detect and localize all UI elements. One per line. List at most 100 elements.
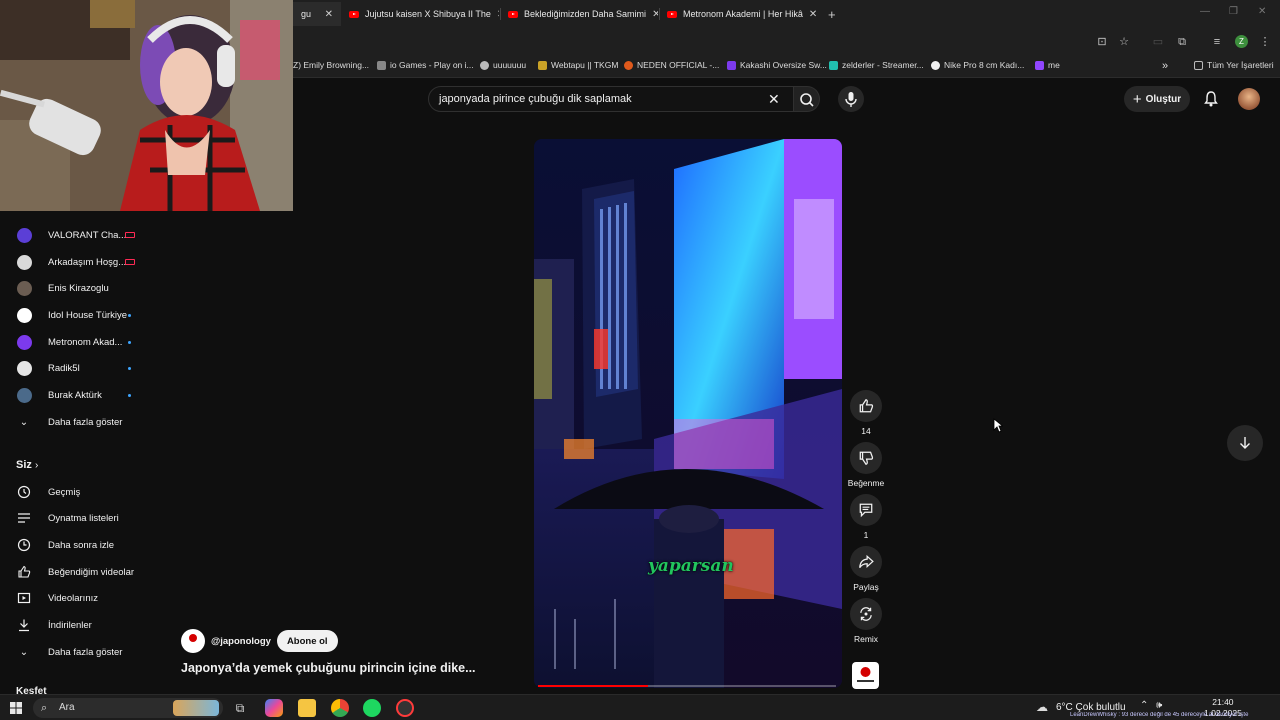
chrome-icon[interactable] [331,699,349,717]
browser-tab[interactable]: Jujutsu kaisen X Shibuya II The ✕ [341,2,499,26]
sidebar-item-watch-later[interactable]: Daha sonra izle [0,532,155,558]
sidebar-item-your-videos[interactable]: Videolarınız [0,585,155,611]
share-button[interactable] [850,546,882,578]
show-more-subscriptions[interactable]: ⌄ Daha fazla göster [0,409,155,435]
volume-icon[interactable]: 🕪 [1156,700,1162,711]
liked-icon [16,564,32,580]
close-icon[interactable]: ✕ [325,9,333,20]
close-icon[interactable]: ✕ [809,9,817,20]
windows-start-icon[interactable] [10,702,22,714]
short-video-frame [534,139,842,688]
close-icon[interactable]: ✕ [497,9,499,20]
channel-avatar [16,254,32,270]
extensions-icon[interactable]: ⧉ [1174,34,1190,50]
bookmark-item[interactable]: NEDEN OFFICIAL -... [624,60,719,70]
sidebar-item-label: İndirilenler [48,619,92,631]
github-icon [480,60,489,70]
bookmark-item[interactable]: Webtapu || TKGM [538,60,618,70]
sidebar-subscription[interactable]: Metronom Akad... [0,329,155,355]
bookmark-star-icon[interactable]: ☆ [1116,34,1132,50]
browser-tab[interactable]: Beklediğimizden Daha Samimi ✕ [500,2,658,26]
dislike-button[interactable] [850,442,882,474]
comments-button[interactable] [850,494,882,526]
channel-avatar [16,360,32,376]
voice-search-button[interactable] [838,86,864,112]
sidebar-item-liked-videos[interactable]: Beğendiğim videolar [0,559,155,585]
sidebar-subscription[interactable]: VALORANT Cha... [0,222,155,248]
sidebar-item-downloads[interactable]: İndirilenler [0,612,155,638]
close-icon[interactable]: ✕ [652,9,658,20]
show-more-you[interactable]: ⌄ Daha fazla göster [0,639,155,665]
japonology-logo-icon [857,667,874,682]
channel-thumbnail[interactable] [852,662,879,689]
channel-avatar [16,280,32,296]
streamer-icon [829,60,838,70]
account-avatar[interactable] [1238,88,1260,110]
install-app-icon[interactable]: ⊡ [1094,34,1110,50]
bookmark-label: Nike Pro 8 cm Kadı... [944,60,1025,70]
browser-tab[interactable]: gu ✕ [293,2,341,26]
thumbs-up-icon [859,398,874,413]
sidebar-subscription[interactable]: Enis Kirazoglu [0,275,155,301]
more-bookmarks-button[interactable]: » [1162,60,1168,72]
bookmark-item[interactable]: Kakashi Oversize Sw... [727,60,827,70]
task-view-icon[interactable]: ⧉ [231,699,249,717]
next-short-button[interactable] [1227,425,1263,461]
minimize-icon[interactable]: — [1200,6,1210,17]
sidebar-subscription[interactable]: Radik5l [0,355,155,381]
share-icon [859,554,874,569]
spotify-icon[interactable] [363,699,381,717]
channel-avatar [16,227,32,243]
sidebar-subscription[interactable]: Idol House Türkiye [0,302,155,328]
sidebar-item-playlists[interactable]: Oynatma listeleri [0,505,155,531]
share-label: Paylaş [853,582,879,592]
media-control-icon[interactable]: ≡ [1209,34,1225,50]
progress-fill [538,685,649,687]
bookmark-label: Webtapu || TKGM [551,60,619,70]
search-button[interactable] [794,86,820,112]
channel-handle[interactable]: @japonology [211,636,271,647]
remix-button[interactable] [850,598,882,630]
bookmark-item[interactable]: io Games - Play on i... [377,60,474,70]
short-title[interactable]: Japonya’da yemek çubuğunu pirincin içine… [181,661,476,675]
channel-avatar[interactable] [181,629,205,653]
webcam-overlay [0,0,293,211]
taskbar-search-input[interactable]: ⌕ Ara [33,698,223,718]
close-window-icon[interactable]: ✕ [1258,6,1266,17]
create-button[interactable]: + Oluştur [1124,86,1190,112]
clear-search-icon[interactable]: ✕ [768,91,780,108]
subscribe-button[interactable]: Abone ol [276,630,338,652]
bookmark-item[interactable]: Z) Emily Browning... [293,60,369,70]
file-explorer-icon[interactable] [298,699,316,717]
bookmark-item[interactable]: Nike Pro 8 cm Kadı... [931,60,1024,70]
new-tab-button[interactable]: + [820,2,840,26]
bookmark-item[interactable]: me [1035,60,1060,70]
microphone-icon [845,92,857,107]
obs-icon[interactable] [396,699,414,717]
short-progress-bar[interactable] [538,685,836,687]
bookmark-label: me [1048,60,1060,70]
search-input[interactable]: japonyada pirince çubuğu dik saplamak ✕ [428,86,794,112]
like-button[interactable] [850,390,882,422]
you-section-heading[interactable]: Siz › [16,459,38,471]
bookmark-item[interactable]: uuuuuuu [480,60,526,70]
maximize-icon[interactable]: ❐ [1229,6,1238,17]
channel-avatar [16,307,32,323]
copilot-icon[interactable] [265,699,283,717]
sidebar-subscription[interactable]: Arkadaşım Hoşg... [0,249,155,275]
live-icon [125,232,135,238]
profile-avatar[interactable]: Z [1235,35,1248,48]
notifications-bell-icon[interactable] [1202,90,1220,108]
system-tray-chevron-icon[interactable]: ⌃ [1140,700,1148,711]
sidebar-subscription[interactable]: Burak Aktürk [0,382,155,408]
short-video-player[interactable] [534,139,842,688]
browser-tab[interactable]: Metronom Akademi | Her Hikâ ✕ [659,2,817,26]
playlists-icon [16,510,32,526]
cloudy-weather-icon: ☁ [1036,700,1048,714]
io-games-icon [377,60,386,70]
all-bookmarks[interactable]: Tüm Yer İşaretleri [1194,60,1274,70]
menu-icon[interactable]: ⋮ [1257,34,1273,50]
tab-title: Metronom Akademi | Her Hikâ [683,9,803,19]
sidebar-item-history[interactable]: Geçmiş [0,479,155,505]
bookmark-item[interactable]: zelderler - Streamer... [829,60,924,70]
